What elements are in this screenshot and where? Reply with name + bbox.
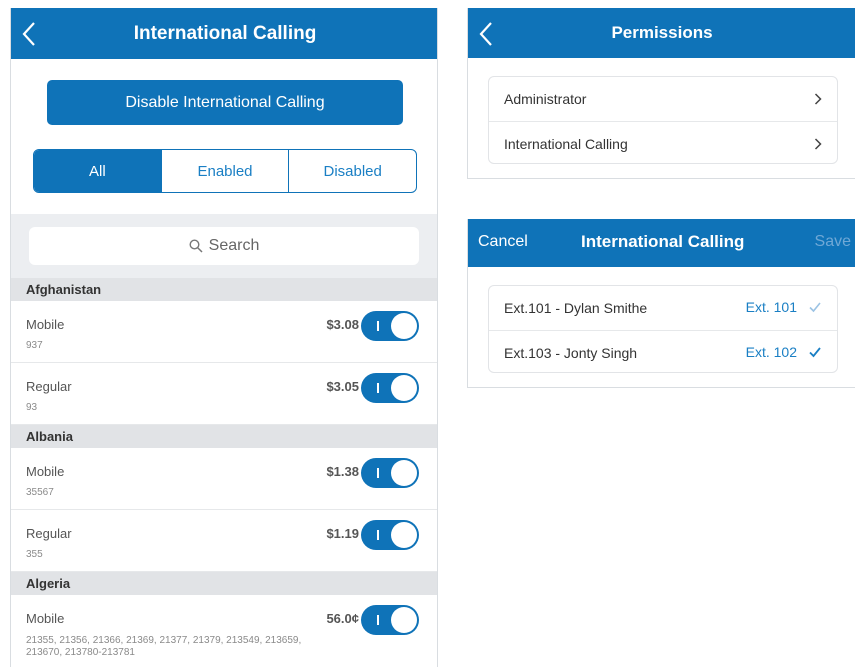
rate-price: $3.05: [326, 379, 359, 394]
rate-price: 56.0¢: [326, 611, 359, 626]
rate-type: Regular: [26, 526, 72, 541]
list-item: Mobile 937 $3.08: [11, 301, 437, 363]
filter-all-tab[interactable]: All: [34, 150, 161, 192]
rate-type: Mobile: [26, 464, 65, 479]
save-button[interactable]: Save: [815, 233, 851, 251]
extension-row[interactable]: Ext.103 - Jonty Singh Ext. 102: [489, 330, 837, 374]
country-rate-list: Afghanistan Mobile 937 $3.08 Regular 93 …: [11, 278, 437, 667]
list-item: Mobile 35567 $1.38: [11, 448, 437, 510]
page-title: International Calling: [581, 232, 745, 251]
page-title: International Calling: [133, 22, 317, 44]
disable-international-calling-button[interactable]: Disable International Calling: [47, 80, 403, 125]
extension-number: Ext. 102: [745, 344, 797, 360]
enable-toggle[interactable]: [361, 373, 419, 403]
rate-price: $3.08: [326, 317, 359, 332]
cancel-button[interactable]: Cancel: [478, 233, 528, 251]
search-input[interactable]: Search: [29, 227, 419, 265]
permission-row-international-calling[interactable]: International Calling: [489, 121, 837, 165]
back-chevron-icon[interactable]: [476, 20, 496, 48]
search-area: Search: [11, 214, 437, 278]
back-chevron-icon[interactable]: [19, 20, 39, 48]
international-calling-screen: International Calling Disable Internatio…: [10, 8, 438, 667]
permissions-list: Administrator International Calling: [488, 76, 838, 164]
checkmark-icon[interactable]: [808, 345, 822, 359]
permission-label: International Calling: [504, 135, 628, 152]
rate-price: $1.38: [326, 464, 359, 479]
enable-toggle[interactable]: [361, 520, 419, 550]
enable-toggle[interactable]: [361, 311, 419, 341]
nav-bar: Cancel International Calling Save: [468, 219, 855, 267]
rate-type: Regular: [26, 379, 72, 394]
enable-toggle[interactable]: [361, 605, 419, 635]
nav-bar: Permissions: [468, 8, 855, 58]
extension-name: Ext.101 - Dylan Smithe: [504, 300, 648, 316]
search-icon: [189, 239, 203, 253]
permission-label: Administrator: [504, 91, 587, 107]
extension-row[interactable]: Ext.101 - Dylan Smithe Ext. 101: [489, 286, 837, 330]
section-header-albania: Albania: [11, 425, 437, 448]
rate-type: Mobile: [26, 611, 65, 626]
rate-price: $1.19: [326, 526, 359, 541]
checkmark-icon[interactable]: [808, 300, 822, 314]
dial-code: 93: [26, 402, 38, 413]
chevron-right-icon: [814, 93, 822, 105]
permission-row-administrator[interactable]: Administrator: [489, 77, 837, 121]
dial-code: 35567: [26, 487, 54, 498]
extension-name: Ext.103 - Jonty Singh: [504, 344, 638, 361]
permissions-screen: Permissions Administrator International …: [467, 8, 855, 179]
nav-bar: International Calling: [11, 8, 437, 59]
international-calling-edit-screen: Cancel International Calling Save Ext.10…: [467, 219, 855, 388]
section-header-algeria: Algeria: [11, 572, 437, 595]
search-placeholder: Search: [208, 237, 260, 254]
extension-number: Ext. 101: [745, 299, 797, 315]
enable-toggle[interactable]: [361, 458, 419, 488]
rate-type: Mobile: [26, 317, 65, 332]
extension-list: Ext.101 - Dylan Smithe Ext. 101 Ext.103 …: [488, 285, 838, 373]
filter-enabled-tab[interactable]: Enabled: [160, 150, 289, 192]
list-item: Regular 355 $1.19: [11, 510, 437, 572]
chevron-right-icon: [814, 138, 822, 150]
dial-code: 355: [26, 549, 43, 560]
filter-segmented-control: All Enabled Disabled: [33, 149, 417, 193]
list-item: Mobile 21355, 21356, 21366, 21369, 21377…: [11, 595, 437, 667]
dial-code: 21355, 21356, 21366, 21369, 21377, 21379…: [26, 635, 302, 658]
filter-disabled-tab[interactable]: Disabled: [288, 150, 416, 192]
list-item: Regular 93 $3.05: [11, 363, 437, 425]
section-header-afghanistan: Afghanistan: [11, 278, 437, 301]
dial-code: 937: [26, 340, 43, 351]
page-title: Permissions: [611, 23, 713, 42]
